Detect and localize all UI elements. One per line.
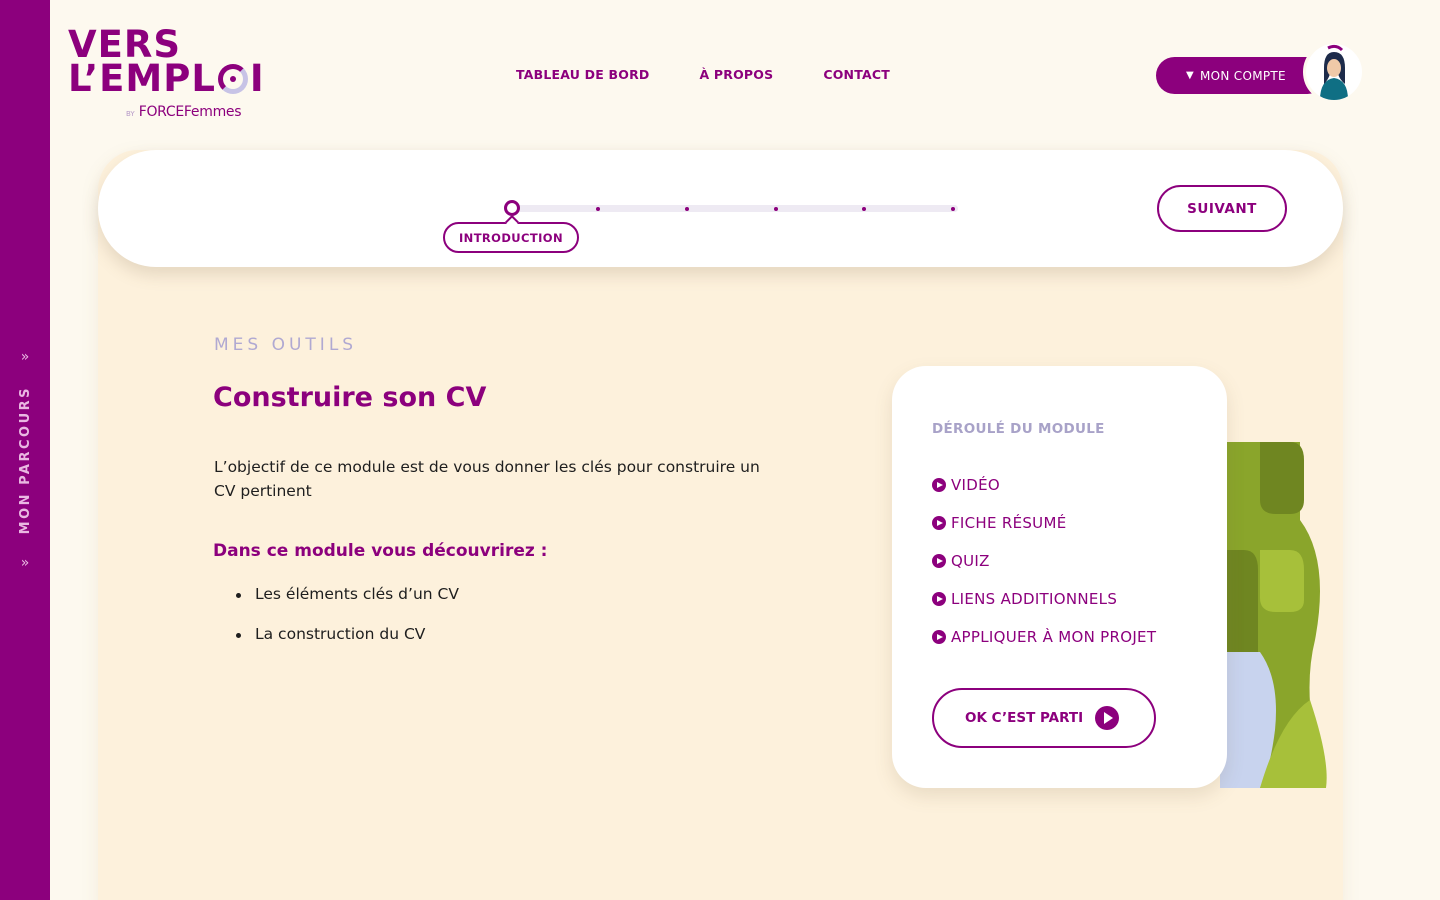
next-button[interactable]: SUIVANT <box>1157 185 1287 232</box>
module-item-summary[interactable]: FICHE RÉSUMÉ <box>932 504 1156 542</box>
account-label: MON COMPTE <box>1200 68 1286 83</box>
list-item-text: La construction du CV <box>255 625 426 643</box>
module-item-label: APPLIQUER À MON PROJET <box>951 628 1157 646</box>
step-current[interactable] <box>504 200 520 216</box>
double-chevron-icon: » <box>20 349 30 365</box>
step-dot[interactable] <box>774 207 778 211</box>
step-tracker <box>504 200 959 220</box>
intro-text: L’objectif de ce module est de vous donn… <box>214 458 760 500</box>
rail-toggle[interactable]: » MON PARCOURS » <box>0 350 50 570</box>
step-dot[interactable] <box>596 207 600 211</box>
chevron-down-icon: ▼ <box>1186 70 1194 81</box>
list-item: Les éléments clés d’un CV <box>234 585 459 625</box>
play-circle-icon <box>932 478 946 492</box>
side-rail[interactable]: » MON PARCOURS » <box>0 0 50 900</box>
step-dot[interactable] <box>862 207 866 211</box>
step-dot[interactable] <box>685 207 689 211</box>
module-item-quiz[interactable]: QUIZ <box>932 542 1156 580</box>
module-item-label: FICHE RÉSUMÉ <box>951 514 1067 532</box>
logo-by: BY <box>126 110 135 118</box>
logo-byline: BY FORCEFemmes <box>126 104 242 120</box>
logo[interactable]: VERS L’EMPL I BY FORCEFemmes <box>68 26 268 120</box>
module-item-project[interactable]: APPLIQUER À MON PROJET <box>932 618 1156 656</box>
bullet-icon <box>236 633 241 638</box>
learning-list: Les éléments clés d’un CV La constructio… <box>234 585 459 665</box>
bullet-icon <box>236 593 241 598</box>
avatar[interactable] <box>1303 41 1365 103</box>
rail-label: MON PARCOURS <box>17 385 33 535</box>
step-track <box>510 205 958 212</box>
play-circle-icon <box>932 516 946 530</box>
step-dot[interactable] <box>951 207 955 211</box>
progress-header: INTRODUCTION SUIVANT <box>98 150 1343 267</box>
avatar-illustration <box>1320 44 1348 100</box>
logo-line2-end: I <box>249 57 265 100</box>
logo-line2: L’EMPL I <box>68 57 268 100</box>
account-button[interactable]: ▼ MON COMPTE <box>1156 57 1326 94</box>
nav-dashboard[interactable]: TABLEAU DE BORD <box>516 67 649 82</box>
list-item: La construction du CV <box>234 625 459 665</box>
logo-o-icon <box>217 64 248 94</box>
module-item-links[interactable]: LIENS ADDITIONNELS <box>932 580 1156 618</box>
module-outline-card: DÉROULÉ DU MODULE VIDÉO FICHE RÉSUMÉ QUI… <box>892 366 1227 788</box>
start-module-button[interactable]: OK C’EST PARTI <box>932 688 1156 748</box>
play-circle-icon <box>932 630 946 644</box>
section-eyebrow: MES OUTILS <box>214 335 358 355</box>
play-icon <box>1095 706 1120 730</box>
module-outline-list: VIDÉO FICHE RÉSUMÉ QUIZ LIENS ADDITIONNE… <box>932 466 1156 656</box>
top-nav: TABLEAU DE BORD À PROPOS CONTACT <box>516 67 890 82</box>
module-item-label: QUIZ <box>951 552 990 570</box>
list-item-text: Les éléments clés d’un CV <box>255 585 459 603</box>
module-outline-heading: DÉROULÉ DU MODULE <box>932 421 1105 437</box>
module-item-video[interactable]: VIDÉO <box>932 466 1156 504</box>
section-subtitle: Dans ce module vous découvrirez : <box>213 541 548 561</box>
play-circle-icon <box>932 554 946 568</box>
play-circle-icon <box>932 592 946 606</box>
module-item-label: VIDÉO <box>951 476 1001 494</box>
page-title: Construire son CV <box>213 382 487 413</box>
current-step-label: INTRODUCTION <box>443 222 579 253</box>
start-module-label: OK C’EST PARTI <box>965 710 1084 726</box>
double-chevron-icon: » <box>20 554 30 571</box>
logo-line2-text: L’EMPL <box>68 57 216 100</box>
logo-brand: FORCEFemmes <box>138 104 242 120</box>
nav-contact[interactable]: CONTACT <box>823 67 890 82</box>
module-item-label: LIENS ADDITIONNELS <box>951 590 1118 608</box>
nav-about[interactable]: À PROPOS <box>699 67 773 82</box>
